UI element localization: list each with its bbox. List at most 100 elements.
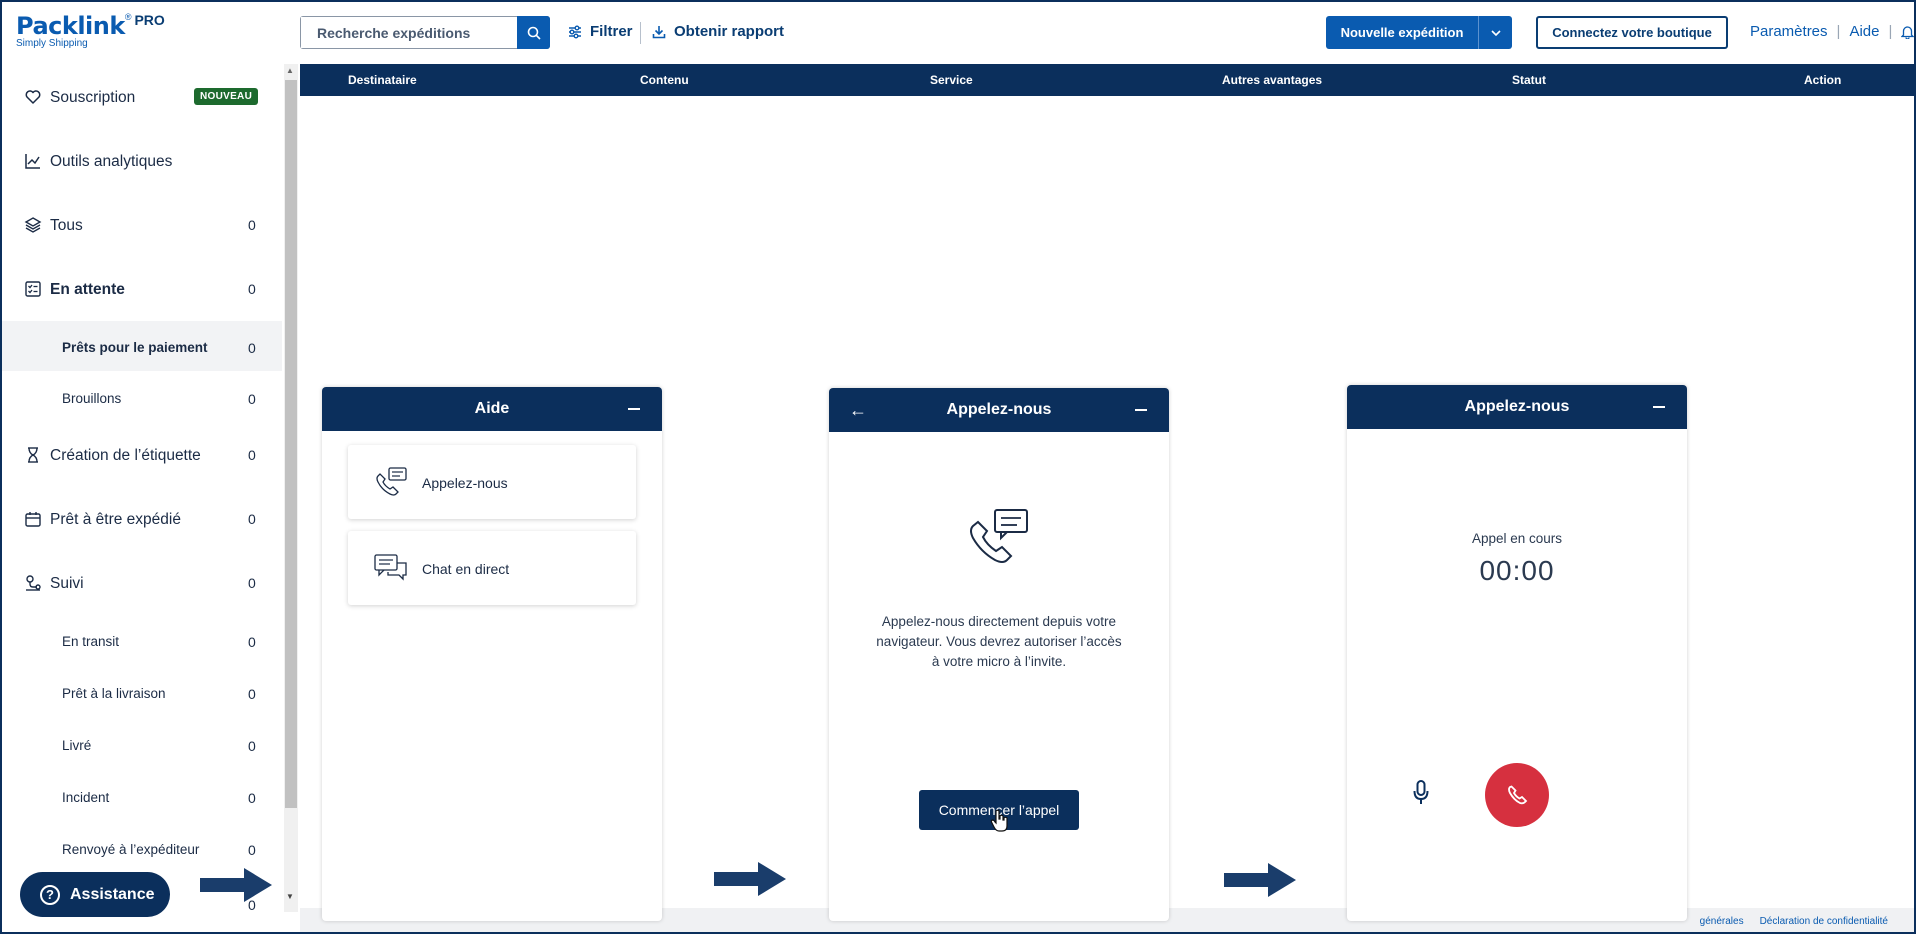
privacy-link[interactable]: Déclaration de confidentialité (1760, 916, 1888, 927)
sidebar-item-count: 0 (248, 391, 256, 407)
new-shipment-button[interactable]: Nouvelle expédition (1326, 16, 1512, 49)
assistance-label: Assistance (70, 885, 155, 903)
sliders-icon (569, 25, 581, 38)
assistance-button[interactable]: ? Assistance (20, 872, 170, 917)
scroll-up-arrow-icon[interactable]: ▲ (286, 66, 294, 75)
sidebar-item-label: Prêt à être expédié (50, 511, 181, 528)
new-badge: NOUVEAU (194, 88, 259, 105)
terms-link[interactable]: générales (1700, 916, 1744, 927)
active-call-panel-title: Appelez-nous (1464, 398, 1570, 415)
layers-icon (24, 217, 42, 233)
search-input[interactable] (301, 17, 514, 48)
help-panel: Aide Appelez-nous Chat en direct (322, 387, 662, 921)
call-us-option[interactable]: Appelez-nous (348, 445, 636, 519)
filter-label: Filtrer (590, 23, 633, 40)
sidebar-item-label: Outils analytiques (50, 153, 173, 170)
download-icon (652, 25, 666, 38)
right-arrow-icon (714, 862, 786, 896)
phone-chat-icon (376, 467, 407, 496)
new-shipment-label: Nouvelle expédition (1340, 25, 1464, 40)
minimize-icon[interactable] (1135, 409, 1147, 411)
sidebar-item-count: 0 (248, 842, 256, 858)
checklist-icon (25, 281, 41, 297)
live-chat-option[interactable]: Chat en direct (348, 531, 636, 605)
chevron-down-icon (1490, 29, 1501, 36)
call-status: Appel en cours (1471, 531, 1563, 546)
route-pin-icon (26, 575, 41, 591)
package-icon (25, 512, 41, 527)
filter-button[interactable]: Filtrer (568, 23, 633, 40)
sidebar-item-label: Création de l’étiquette (50, 447, 201, 464)
column-header[interactable]: Contenu (640, 73, 689, 87)
help-panel-title: Aide (474, 400, 510, 417)
sidebar-item-count: 0 (248, 511, 256, 527)
search-box (300, 16, 550, 49)
call-us-panel: ← Appelez-nous Appelez-nous directement … (829, 388, 1169, 921)
column-header[interactable]: Statut (1512, 73, 1546, 87)
column-header[interactable]: Action (1804, 73, 1841, 87)
sidebar-item-count: 0 (248, 686, 256, 702)
sidebar-item-label: En attente (50, 281, 125, 298)
live-chat-label: Chat en direct (422, 561, 510, 577)
sidebar-item-label: En transit (62, 634, 120, 649)
column-header[interactable]: Destinataire (348, 73, 417, 87)
sidebar-item-count: 0 (248, 340, 256, 356)
phone-chat-icon (970, 509, 1028, 563)
sidebar-item-label: Souscription (50, 89, 136, 106)
sidebar-item-label: Incident (62, 790, 110, 805)
sidebar-item-label: Livré (62, 738, 92, 753)
sidebar-scrollbar-thumb[interactable] (285, 80, 297, 808)
right-arrow-icon (1224, 863, 1296, 897)
scroll-down-arrow-icon[interactable]: ▼ (286, 892, 294, 901)
sidebar-item-count: 0 (248, 634, 256, 650)
active-call-panel: Appelez-nous Appel en cours 00:00 (1347, 385, 1687, 921)
logo-pro: PRO (134, 12, 165, 28)
settings-link[interactable]: Paramètres (1750, 23, 1828, 40)
bell-icon[interactable] (1901, 25, 1914, 39)
sidebar-item-label: Tous (50, 217, 83, 234)
call-us-label: Appelez-nous (422, 475, 508, 491)
help-link[interactable]: Aide (1849, 23, 1879, 40)
connect-shop-button[interactable]: Connectez votre boutique (1536, 16, 1728, 49)
top-header: Packlink®PRO Simply Shipping Filtrer Obt… (2, 2, 1914, 64)
line-chart-icon (25, 154, 40, 169)
sidebar-item-count: 0 (248, 738, 256, 754)
minimize-icon[interactable] (1653, 406, 1665, 408)
sidebar-item-label: Brouillons (62, 391, 122, 406)
hang-up-button[interactable] (1485, 763, 1549, 827)
sidebar-item-label: Renvoyé à l’expéditeur (62, 842, 200, 857)
column-header[interactable]: Autres avantages (1222, 73, 1322, 87)
active-call-panel-header: Appelez-nous (1347, 385, 1687, 429)
sidebar: Souscription NOUVEAU Outils analytiques … (2, 64, 284, 932)
back-arrow-icon[interactable]: ← (849, 388, 867, 432)
report-button[interactable]: Obtenir rapport (652, 23, 784, 40)
call-us-panel-header: ← Appelez-nous (829, 388, 1169, 432)
minimize-icon[interactable] (628, 408, 640, 410)
logo-text: Packlink (16, 12, 125, 40)
top-links: Paramètres | Aide | (1750, 23, 1914, 40)
new-shipment-dropdown[interactable] (1479, 16, 1512, 49)
sidebar-item-count: 0 (248, 790, 256, 806)
sidebar-item-count: 0 (248, 447, 256, 463)
sidebar-item-count: 0 (248, 281, 256, 297)
sidebar-item-label: Prêts pour le paiement (62, 340, 208, 355)
hourglass-icon (28, 447, 38, 463)
right-arrow-icon (200, 868, 272, 902)
hand-cursor-icon (990, 809, 1008, 832)
call-us-panel-title: Appelez-nous (946, 401, 1052, 418)
phone-icon (1508, 785, 1528, 805)
column-header[interactable]: Service (930, 73, 973, 87)
microphone-icon[interactable] (1413, 780, 1429, 806)
sidebar-item-label: Suivi (50, 575, 84, 592)
chat-bubbles-icon (374, 554, 407, 581)
packlink-logo[interactable]: Packlink® PRO Simply Shipping (16, 12, 165, 49)
heart-icon (25, 90, 41, 104)
call-instructions: Appelez-nous directement depuis votre na… (876, 614, 1122, 669)
call-timer: 00:00 (1479, 555, 1555, 586)
sidebar-item-count: 0 (248, 575, 256, 591)
header-divider (640, 22, 641, 44)
sidebar-item-count: 0 (248, 217, 256, 233)
search-button[interactable] (517, 16, 550, 49)
help-panel-header: Aide (322, 387, 662, 431)
question-icon: ? (40, 884, 60, 905)
